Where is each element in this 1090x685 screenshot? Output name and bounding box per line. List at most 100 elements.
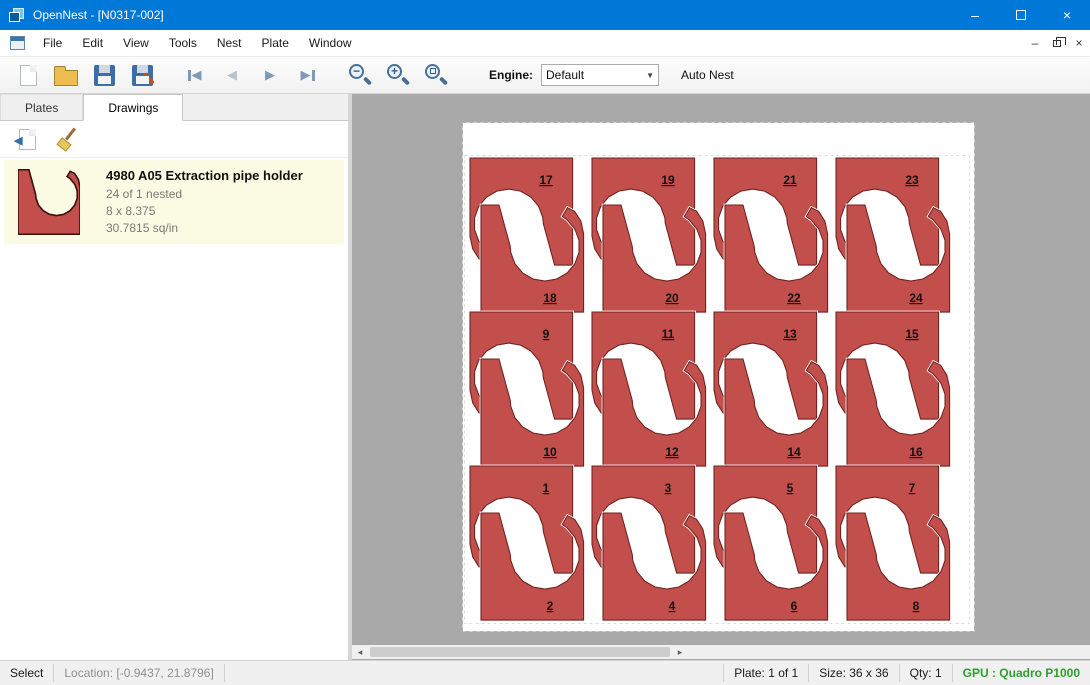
- maximize-button[interactable]: [998, 0, 1044, 30]
- zoom-fit-handle: [439, 76, 448, 85]
- engine-select[interactable]: Default ▼: [541, 64, 659, 86]
- minimize-icon: –: [971, 7, 979, 23]
- part-label: 8: [913, 599, 920, 613]
- nest-plate-svg: 171819202122232491011121314151612345678: [462, 122, 975, 632]
- status-size: Size: 36 x 36: [809, 664, 898, 682]
- part-label: 11: [662, 327, 675, 341]
- import-arrow-icon: ◀: [14, 134, 22, 147]
- status-plate: Plate: 1 of 1: [724, 664, 808, 682]
- drawing-nested-count: 24 of 1 nested: [106, 186, 303, 203]
- status-mode: Select: [0, 664, 53, 682]
- drawing-title: 4980 A05 Extraction pipe holder: [106, 168, 303, 183]
- open-folder-icon: [54, 70, 78, 86]
- import-drawing-button[interactable]: ◀: [10, 125, 44, 155]
- menu-nest[interactable]: Nest: [207, 30, 252, 57]
- menu-window[interactable]: Window: [299, 30, 362, 57]
- nav-next-icon: ▶: [265, 67, 275, 83]
- document-icon: [10, 36, 25, 50]
- part-label: 10: [543, 445, 557, 459]
- zoom-in-lens: +: [387, 64, 402, 79]
- app-window: OpenNest - [N0317-002] – × File Edit Vie…: [0, 0, 1090, 685]
- zoom-out-icon: −: [347, 62, 373, 88]
- menu-view[interactable]: View: [113, 30, 159, 57]
- status-qty: Qty: 1: [900, 664, 952, 682]
- part-label: 6: [791, 599, 798, 613]
- engine-value: Default: [546, 68, 646, 82]
- part-label: 23: [905, 173, 919, 187]
- scroll-right-arrow[interactable]: ▸: [672, 645, 688, 659]
- pencil-icon: [143, 72, 154, 85]
- left-panel: Plates Drawings ◀ 4980 A05 Extraction pi…: [0, 94, 348, 660]
- broom-icon: [54, 127, 80, 153]
- menu-file[interactable]: File: [33, 30, 72, 57]
- zoom-fit-icon: [423, 62, 449, 88]
- part-label: 18: [543, 291, 557, 305]
- nav-first-icon: ◀: [192, 67, 202, 83]
- nav-last-button[interactable]: ▶: [293, 61, 323, 89]
- part-label: 19: [661, 173, 675, 187]
- zoom-in-icon: +: [385, 62, 411, 88]
- tab-drawings[interactable]: Drawings: [83, 94, 183, 121]
- clear-drawings-button[interactable]: [50, 125, 84, 155]
- panel-toolbar: ◀: [0, 122, 348, 158]
- thumbnail-part-shape: [18, 170, 80, 235]
- menu-tools[interactable]: Tools: [159, 30, 207, 57]
- part-label: 24: [909, 291, 923, 305]
- caption-buttons: – ×: [952, 0, 1090, 30]
- nav-next-button[interactable]: ▶: [255, 61, 285, 89]
- save-button[interactable]: [88, 60, 120, 90]
- new-button[interactable]: [12, 60, 44, 90]
- part-label: 14: [787, 445, 801, 459]
- close-button[interactable]: ×: [1044, 0, 1090, 30]
- scrollbar-thumb[interactable]: [370, 647, 670, 657]
- drawing-list-item[interactable]: 4980 A05 Extraction pipe holder 24 of 1 …: [4, 160, 344, 244]
- zoom-out-lens: −: [349, 64, 364, 79]
- minimize-button[interactable]: –: [952, 0, 998, 30]
- app-icon: [9, 7, 25, 23]
- menu-plate[interactable]: Plate: [252, 30, 299, 57]
- zoom-fit-lens: [425, 64, 440, 79]
- menu-edit[interactable]: Edit: [72, 30, 113, 57]
- nest-canvas[interactable]: 171819202122232491011121314151612345678 …: [352, 94, 1090, 660]
- broom-stick: [65, 127, 76, 140]
- new-file-icon: [20, 65, 37, 86]
- mdi-restore-button[interactable]: [1046, 32, 1068, 54]
- mdi-minimize-icon: –: [1032, 36, 1039, 50]
- auto-nest-label[interactable]: Auto Nest: [681, 68, 734, 82]
- drawing-thumbnail: [18, 169, 80, 235]
- engine-label: Engine:: [489, 68, 533, 82]
- part-label: 16: [909, 445, 923, 459]
- zoom-out-button[interactable]: −: [344, 60, 376, 90]
- part-label: 13: [783, 327, 797, 341]
- nav-last-icon: ▶: [301, 67, 311, 83]
- part-label: 21: [783, 173, 797, 187]
- menu-bar: File Edit View Tools Nest Plate Window –…: [0, 30, 1090, 57]
- part-label: 7: [909, 481, 916, 495]
- tab-plates[interactable]: Plates: [0, 94, 83, 120]
- status-bar: Select Location: [-0.9437, 21.8796] Plat…: [0, 660, 1090, 685]
- maximize-icon: [1016, 10, 1026, 20]
- zoom-fit-button[interactable]: [420, 60, 452, 90]
- window-title: OpenNest - [N0317-002]: [33, 8, 952, 22]
- zoom-in-button[interactable]: +: [382, 60, 414, 90]
- first-bar-icon: [188, 70, 191, 81]
- title-bar: OpenNest - [N0317-002] – ×: [0, 0, 1090, 30]
- part-label: 22: [787, 291, 801, 305]
- drawing-area: 30.7815 sq/in: [106, 220, 303, 237]
- zoom-in-handle: [401, 76, 410, 85]
- scroll-left-arrow[interactable]: ◂: [352, 645, 368, 659]
- save-as-icon: [132, 65, 153, 86]
- broom-head: [57, 137, 72, 151]
- last-bar-icon: [312, 70, 315, 81]
- part-label: 12: [665, 445, 679, 459]
- mdi-close-button[interactable]: ×: [1068, 32, 1090, 54]
- status-separator: [224, 664, 225, 682]
- nav-first-button[interactable]: ◀: [179, 61, 209, 89]
- nav-prev-button[interactable]: ◀: [217, 61, 247, 89]
- mdi-minimize-button[interactable]: –: [1024, 32, 1046, 54]
- open-button[interactable]: [50, 60, 82, 90]
- mdi-restore-icon: [1053, 40, 1061, 47]
- save-as-button[interactable]: [126, 60, 158, 90]
- horizontal-scrollbar[interactable]: ◂ ▸: [352, 645, 1090, 659]
- panel-tabs: Plates Drawings: [0, 94, 348, 121]
